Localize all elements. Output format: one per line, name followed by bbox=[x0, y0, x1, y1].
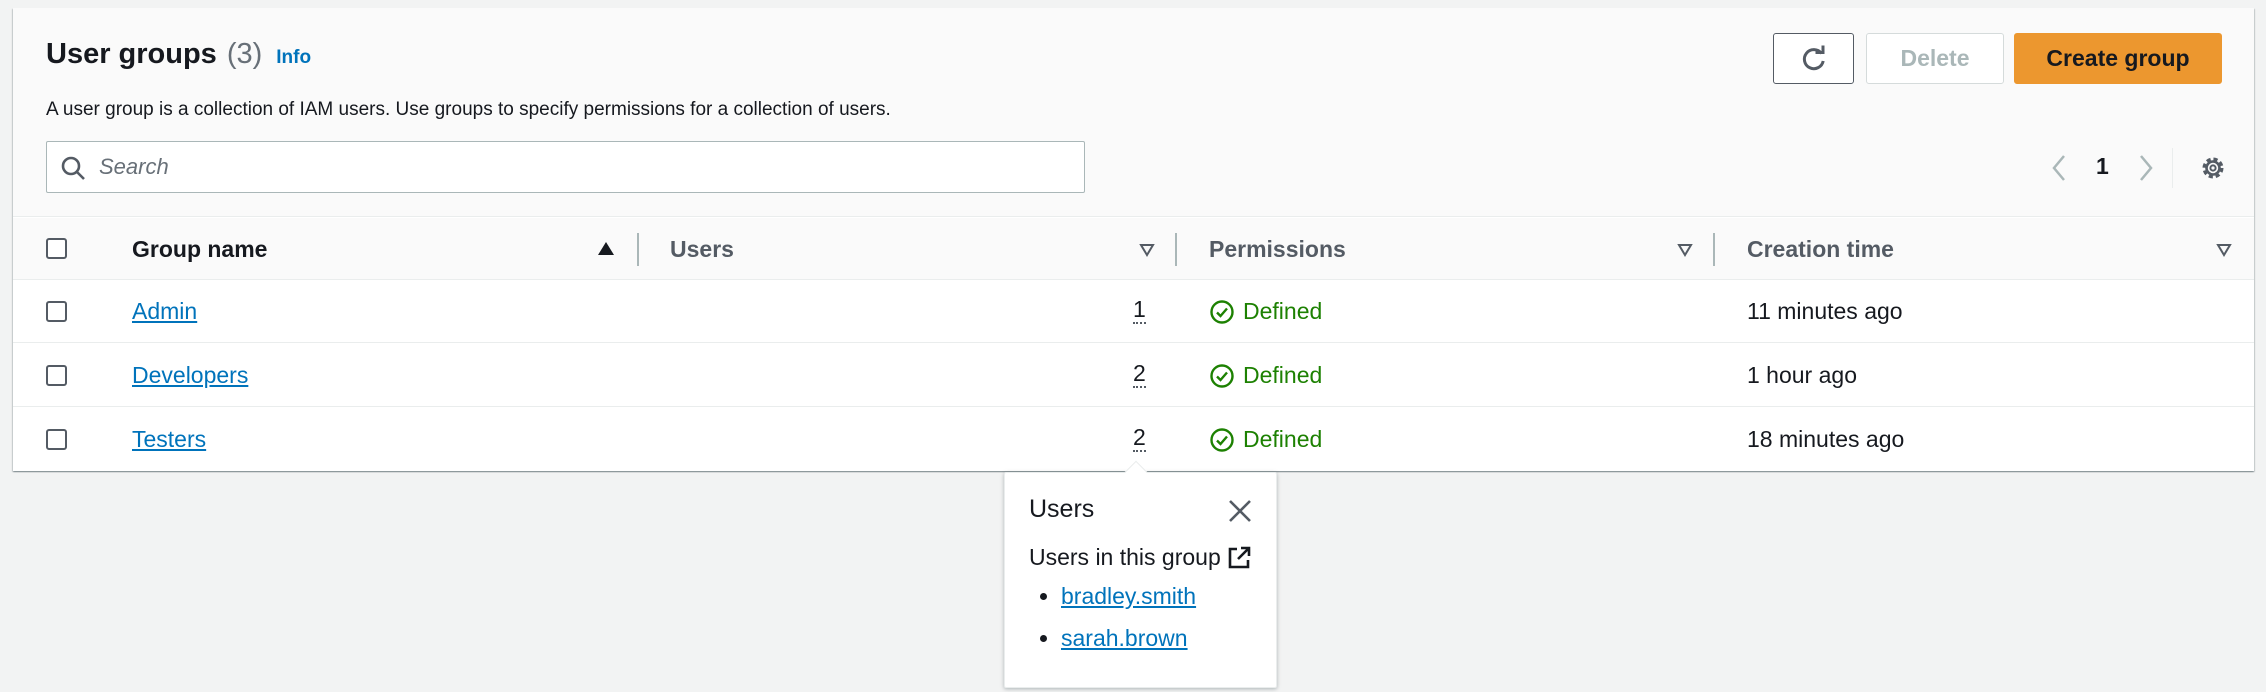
user-link[interactable]: sarah.brown bbox=[1061, 625, 1188, 651]
search-icon bbox=[61, 156, 85, 180]
sort-ascending-icon[interactable] bbox=[597, 241, 615, 257]
panel-header: User groups (3) Info A user group is a c… bbox=[13, 8, 2254, 217]
check-circle-icon bbox=[1210, 363, 1234, 388]
chevron-right-icon[interactable] bbox=[2136, 153, 2156, 183]
users-count[interactable]: 1 bbox=[1133, 296, 1146, 324]
users-popover: Users Users in this group bradley.smith … bbox=[1004, 472, 1277, 688]
close-icon[interactable] bbox=[1227, 498, 1253, 524]
pager-divider bbox=[2172, 148, 2173, 188]
creation-time: 1 hour ago bbox=[1747, 362, 1857, 388]
row-checkbox[interactable] bbox=[46, 429, 67, 450]
search-input[interactable] bbox=[97, 153, 1057, 181]
sort-caret-icon[interactable] bbox=[1139, 243, 1155, 257]
refresh-button[interactable] bbox=[1773, 33, 1854, 84]
page-title: User groups bbox=[46, 38, 217, 70]
column-header-group-name[interactable]: Group name bbox=[132, 218, 267, 280]
permissions-status: Defined bbox=[1209, 280, 1322, 343]
delete-button[interactable]: Delete bbox=[1866, 33, 2004, 84]
creation-time: 11 minutes ago bbox=[1747, 298, 1903, 324]
column-header-permissions[interactable]: Permissions bbox=[1209, 218, 1346, 280]
column-resizer[interactable] bbox=[1175, 233, 1177, 266]
sort-caret-icon[interactable] bbox=[1677, 243, 1693, 257]
list-item: sarah.brown bbox=[1061, 625, 1196, 652]
column-resizer[interactable] bbox=[637, 233, 639, 266]
permissions-status: Defined bbox=[1209, 344, 1322, 407]
chevron-left-icon[interactable] bbox=[2049, 153, 2069, 183]
sort-caret-icon[interactable] bbox=[2216, 243, 2232, 257]
column-header-creation-time[interactable]: Creation time bbox=[1747, 218, 1894, 280]
permissions-label: Defined bbox=[1243, 362, 1323, 388]
row-checkbox[interactable] bbox=[46, 301, 67, 322]
current-page[interactable]: 1 bbox=[2096, 153, 2109, 180]
group-name-link[interactable]: Testers bbox=[132, 426, 206, 453]
list-item: bradley.smith bbox=[1061, 583, 1196, 610]
table-row: Developers 2 Defined 1 hour ago bbox=[13, 344, 2254, 407]
group-users-list: bradley.smith sarah.brown bbox=[1029, 583, 1196, 667]
popover-title: Users bbox=[1029, 495, 1095, 523]
user-link[interactable]: bradley.smith bbox=[1061, 583, 1196, 609]
table-row: Admin 1 Defined 11 minutes ago bbox=[13, 280, 2254, 343]
refresh-icon bbox=[1802, 45, 1825, 70]
user-groups-panel: User groups (3) Info A user group is a c… bbox=[13, 8, 2254, 471]
page-description: A user group is a collection of IAM user… bbox=[46, 99, 891, 120]
group-name-link[interactable]: Developers bbox=[132, 362, 248, 389]
users-count[interactable]: 2 bbox=[1133, 360, 1146, 388]
gear-icon[interactable] bbox=[2199, 154, 2227, 182]
column-header-users[interactable]: Users bbox=[670, 218, 734, 280]
column-resizer[interactable] bbox=[1713, 233, 1715, 266]
creation-time: 18 minutes ago bbox=[1747, 426, 1905, 452]
group-name-link[interactable]: Admin bbox=[132, 298, 197, 325]
external-link-icon bbox=[1228, 546, 1251, 568]
row-checkbox[interactable] bbox=[46, 365, 67, 386]
group-count: (3) bbox=[226, 38, 263, 70]
select-all-checkbox[interactable] bbox=[46, 238, 67, 259]
users-count[interactable]: 2 bbox=[1133, 424, 1146, 452]
users-in-group-link[interactable]: Users in this group bbox=[1029, 544, 1221, 571]
table-header: Group name Users Permissions Creation ti… bbox=[13, 218, 2254, 280]
check-circle-icon bbox=[1210, 427, 1234, 452]
permissions-status: Defined bbox=[1209, 408, 1322, 471]
title-row: User groups (3) Info bbox=[46, 38, 311, 71]
popover-subtitle[interactable]: Users in this group bbox=[1029, 544, 1251, 571]
search-field[interactable] bbox=[46, 141, 1085, 193]
check-circle-icon bbox=[1210, 299, 1234, 324]
permissions-label: Defined bbox=[1243, 426, 1323, 452]
create-group-button[interactable]: Create group bbox=[2014, 33, 2222, 84]
info-link[interactable]: Info bbox=[276, 47, 311, 69]
permissions-label: Defined bbox=[1243, 298, 1323, 324]
